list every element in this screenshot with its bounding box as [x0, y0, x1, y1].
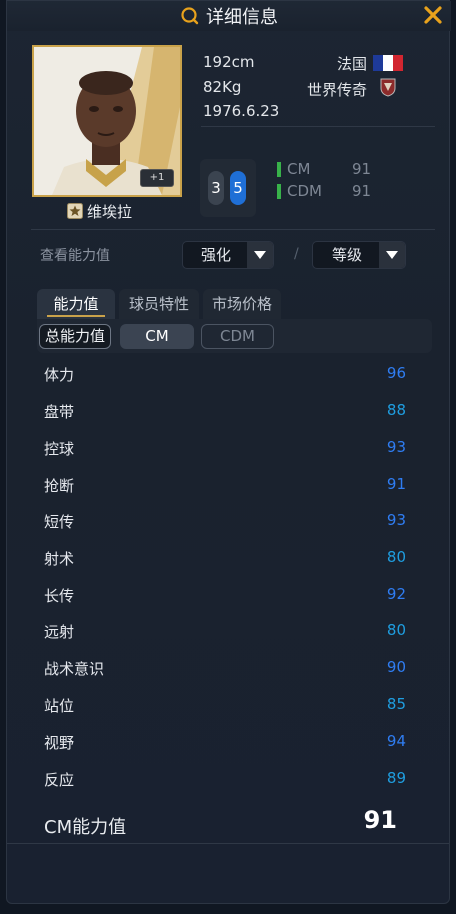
position-name: CM — [287, 160, 311, 178]
stat-label: 控球 — [44, 440, 75, 458]
info-divider — [201, 126, 435, 127]
stat-label: 抢断 — [44, 477, 75, 495]
stat-value: 93 — [386, 438, 406, 456]
player-name-row: 维埃拉 — [67, 201, 132, 221]
stat-value: 80 — [386, 548, 406, 566]
stat-label: 体力 — [44, 366, 75, 384]
level-dropdown[interactable]: 等级 — [312, 241, 406, 269]
stat-row: 体力 96 — [44, 356, 406, 392]
position-rating: 91 — [352, 182, 372, 200]
stat-value: 96 — [386, 364, 406, 382]
chevron-down-icon — [379, 242, 405, 268]
footer-divider — [7, 843, 449, 844]
player-season: 世界传奇 — [307, 81, 368, 99]
stat-row: 控球 93 — [44, 430, 406, 466]
plus-level-badge: +1 — [140, 169, 174, 187]
chevron-down-icon — [247, 242, 273, 268]
stat-label: 远射 — [44, 623, 75, 641]
stat-label: 射术 — [44, 550, 75, 568]
player-name: 维埃拉 — [87, 202, 133, 221]
sub-tab-cdm[interactable]: CDM — [201, 324, 274, 349]
stat-row: 抢断 91 — [44, 467, 406, 503]
stat-value: 93 — [386, 511, 406, 529]
level-dropdown-value: 等级 — [331, 246, 362, 264]
position-bar — [277, 184, 281, 199]
stat-row: 远射 80 — [44, 613, 406, 649]
player-height: 192cm — [203, 53, 255, 71]
close-button[interactable] — [421, 3, 445, 27]
star-icon — [67, 203, 83, 219]
stat-value: 91 — [386, 475, 406, 493]
stat-label: 长传 — [44, 587, 75, 605]
stat-value: 90 — [386, 658, 406, 676]
stat-row: 长传 92 — [44, 577, 406, 613]
view-stats-label: 查看能力值 — [40, 248, 110, 264]
stat-value: 89 — [386, 769, 406, 787]
sub-tab-overall[interactable]: 总能力值 — [39, 324, 111, 349]
player-weight: 82Kg — [203, 78, 242, 96]
total-rating-value: 91 — [363, 806, 397, 834]
tab-player-traits[interactable]: 球员特性 — [119, 289, 199, 319]
france-flag-icon — [373, 55, 403, 71]
detail-panel: 详细信息 +1 维埃拉 192cm 82Kg 1976.6.23 法国 世界传奇… — [6, 0, 451, 904]
tab-stats[interactable]: 能力值 — [37, 289, 115, 319]
weak-foot-value: 3 — [208, 171, 224, 205]
title-text: 详细信息 — [206, 7, 278, 28]
stat-value: 92 — [386, 585, 406, 603]
enhance-dropdown[interactable]: 强化 — [182, 241, 274, 269]
close-icon — [424, 6, 442, 24]
total-rating-label: CM能力值 — [44, 817, 127, 838]
player-photo: +1 — [32, 45, 182, 197]
stat-row: 盘带 88 — [44, 393, 406, 429]
stat-label: 视野 — [44, 734, 75, 752]
position-bar — [277, 162, 281, 177]
stat-row: 射术 80 — [44, 540, 406, 576]
position-name: CDM — [287, 182, 322, 200]
player-nation: 法国 — [337, 55, 368, 73]
sub-tab-cm[interactable]: CM — [120, 324, 194, 349]
app-frame: 详细信息 +1 维埃拉 192cm 82Kg 1976.6.23 法国 世界传奇… — [0, 0, 456, 914]
stat-value: 80 — [386, 621, 406, 639]
separator: / — [294, 246, 299, 262]
search-icon — [181, 7, 199, 25]
foot-preference: 3 5 — [200, 159, 256, 217]
strong-foot-value: 5 — [230, 171, 246, 205]
page-title: 详细信息 — [7, 3, 451, 29]
enhance-dropdown-value: 强化 — [200, 246, 231, 264]
legend-season-icon — [380, 78, 396, 97]
stat-value: 85 — [386, 695, 406, 713]
stat-row: 反应 89 — [44, 761, 406, 797]
stat-label: 站位 — [44, 697, 75, 715]
header-bar: 详细信息 — [7, 1, 451, 31]
stat-value: 88 — [386, 401, 406, 419]
stat-row: 站位 85 — [44, 687, 406, 723]
stat-row: 战术意识 90 — [44, 650, 406, 686]
stat-label: 盘带 — [44, 403, 75, 421]
section-divider — [31, 229, 435, 230]
tab-market-price[interactable]: 市场价格 — [203, 289, 281, 319]
stat-label: 战术意识 — [44, 660, 105, 678]
stat-label: 短传 — [44, 513, 75, 531]
stat-row: 视野 94 — [44, 724, 406, 760]
player-birthday: 1976.6.23 — [203, 102, 280, 120]
position-rating: 91 — [352, 160, 372, 178]
stat-label: 反应 — [44, 771, 75, 789]
stat-row: 短传 93 — [44, 503, 406, 539]
stat-value: 94 — [386, 732, 406, 750]
